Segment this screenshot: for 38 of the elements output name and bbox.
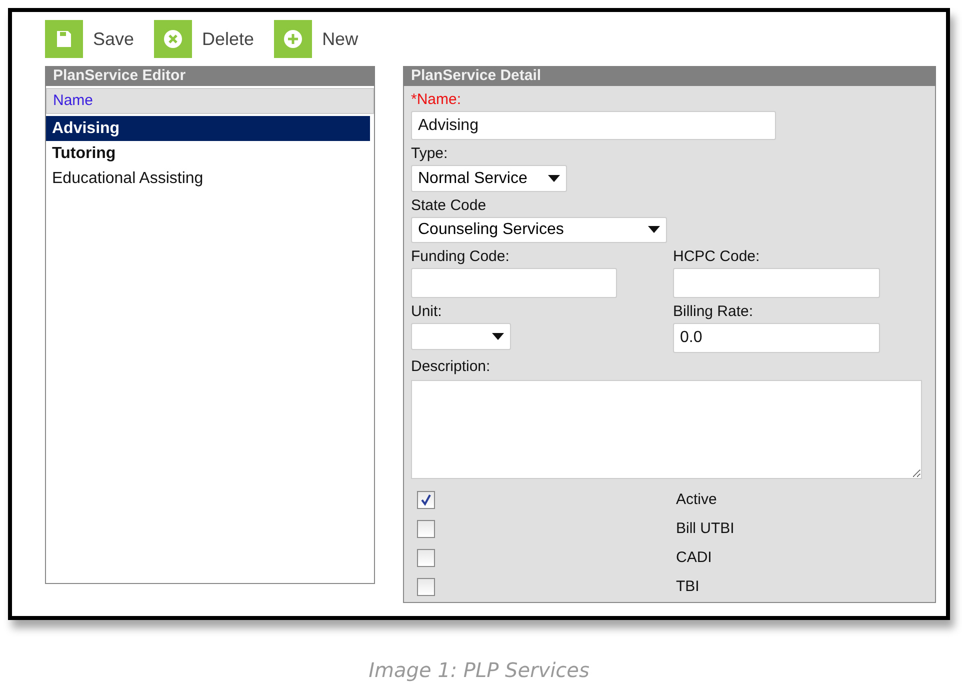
list-item[interactable]: Tutoring bbox=[46, 141, 370, 166]
image-caption: Image 1: PLP Services bbox=[368, 658, 590, 682]
checkbox[interactable] bbox=[417, 520, 435, 538]
column-header[interactable]: Name bbox=[46, 88, 374, 114]
field-label: HCPC Code: bbox=[673, 247, 761, 268]
checkbox[interactable] bbox=[417, 549, 435, 568]
caret-icon bbox=[648, 226, 660, 234]
hcpc-code-field[interactable] bbox=[673, 268, 880, 298]
delete-button[interactable]: Delete bbox=[154, 20, 254, 58]
checkbox[interactable] bbox=[417, 490, 435, 509]
description-field[interactable] bbox=[411, 380, 922, 479]
list-item[interactable]: Educational Assisting bbox=[46, 166, 370, 191]
field-label: Description: bbox=[411, 357, 492, 378]
caret-icon bbox=[548, 175, 560, 182]
save-button[interactable]: Save bbox=[45, 20, 134, 58]
field-label: State Code bbox=[411, 196, 488, 216]
name-field[interactable]: Advising bbox=[411, 111, 776, 140]
funding-code-field[interactable] bbox=[411, 268, 617, 298]
panel-header: PlanService Editor bbox=[45, 66, 375, 86]
plus-icon bbox=[283, 29, 304, 49]
field-label: Type: bbox=[411, 144, 449, 164]
checkbox-label: Active bbox=[676, 490, 717, 510]
checkbox-label: Bill UTBI bbox=[676, 518, 734, 539]
panel-header: PlanService Detail bbox=[403, 66, 936, 86]
billing-rate-field[interactable]: 0.0 bbox=[673, 323, 880, 354]
checkbox[interactable] bbox=[417, 578, 435, 596]
caret-icon bbox=[492, 333, 504, 340]
field-label: Unit: bbox=[411, 302, 443, 322]
checkbox-label: TBI bbox=[676, 577, 700, 598]
field-label: Billing Rate: bbox=[673, 302, 754, 322]
close-icon bbox=[163, 29, 184, 49]
type-dropdown[interactable]: Normal Service bbox=[411, 165, 567, 192]
field-label: Funding Code: bbox=[411, 247, 510, 268]
checkbox-label: CADI bbox=[676, 548, 712, 568]
new-button[interactable]: New bbox=[274, 20, 358, 58]
state-code-dropdown[interactable]: Counseling Services bbox=[411, 216, 667, 244]
list-item[interactable]: Advising bbox=[46, 116, 370, 141]
field-label: *Name: bbox=[411, 90, 462, 110]
